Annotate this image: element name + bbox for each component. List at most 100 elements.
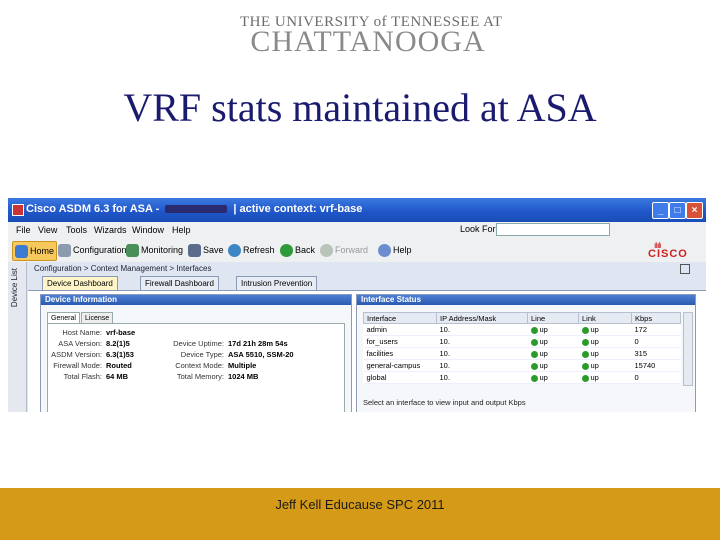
cell-interface: general-campus	[363, 359, 437, 372]
save-button[interactable]: Save	[188, 241, 224, 259]
device-list-label: Device List	[10, 268, 19, 308]
menu-file[interactable]: File	[16, 225, 31, 235]
menu-wizards[interactable]: Wizards	[94, 225, 127, 235]
home-label: Home	[30, 246, 55, 256]
cell-line: up	[527, 347, 579, 360]
refresh-button[interactable]: Refresh	[228, 241, 275, 259]
info-asdm-version: ASDM Version: 6.3(1)53	[51, 350, 134, 359]
look-for-label: Look For:	[460, 224, 499, 234]
col-link[interactable]: Link	[578, 312, 632, 324]
footer-bar: Jeff Kell Educause SPC 2011	[0, 488, 720, 540]
dashboard-tabs: Device Dashboard Firewall Dashboard Intr…	[28, 276, 706, 290]
minimize-button[interactable]: _	[652, 202, 669, 219]
forward-arrow-icon	[320, 243, 333, 257]
cell-line: up	[527, 323, 579, 336]
refresh-icon	[228, 243, 241, 257]
menu-view[interactable]: View	[38, 225, 57, 235]
cell-link: up	[578, 323, 632, 336]
table-row[interactable]: admin 10. up up 172	[363, 323, 681, 336]
tab-device-dashboard[interactable]: Device Dashboard	[42, 276, 118, 290]
cell-line: up	[527, 371, 579, 384]
col-ip-address[interactable]: IP Address/Mask	[436, 312, 528, 324]
cell-link: up	[578, 359, 632, 372]
interface-status-panel: Interface Status Interface IP Address/Ma…	[356, 294, 696, 412]
col-interface[interactable]: Interface	[363, 312, 437, 324]
cell-line: up	[527, 359, 579, 372]
forward-label: Forward	[335, 245, 369, 255]
slide-title: VRF stats maintained at ASA	[123, 85, 597, 130]
footer-text: Jeff Kell Educause SPC 2011	[275, 497, 445, 512]
status-up-icon	[530, 362, 538, 370]
table-row[interactable]: for_users 10. up up 0	[363, 335, 681, 348]
cell-ip: 10.	[436, 347, 528, 360]
window-title-prefix: Cisco ASDM 6.3 for ASA -	[26, 203, 160, 215]
status-up-icon	[530, 326, 538, 334]
table-row[interactable]: general-campus 10. up up 15740	[363, 359, 681, 372]
configuration-button[interactable]: Configuration	[58, 241, 127, 259]
cell-kbps: 172	[631, 323, 681, 336]
status-up-icon	[530, 338, 538, 346]
status-up-icon	[581, 350, 589, 358]
info-context-mode: Context Mode: Multiple	[175, 361, 257, 370]
status-up-icon	[530, 350, 538, 358]
maximize-button[interactable]: □	[669, 202, 686, 219]
home-icon	[15, 244, 28, 258]
menu-help[interactable]: Help	[172, 225, 191, 235]
table-row[interactable]: facilities 10. up up 315	[363, 347, 681, 360]
device-information-panel: Device Information General License Host …	[40, 294, 352, 412]
cell-kbps: 15740	[631, 359, 681, 372]
back-arrow-icon	[280, 243, 293, 257]
cell-ip: 10.	[436, 359, 528, 372]
asdm-window: Cisco ASDM 6.3 for ASA - | active contex…	[8, 198, 706, 412]
device-list-sidebar[interactable]: Device List	[8, 262, 27, 412]
back-button[interactable]: Back	[280, 241, 315, 259]
university-logo: THE UNIVERSITY of TENNESSEE AT CHATTANOO…	[240, 14, 502, 57]
refresh-label: Refresh	[243, 245, 275, 255]
help-label: Help	[393, 245, 412, 255]
info-total-memory: Total Memory: 1024 MB	[176, 372, 259, 381]
window-title-suffix: | active context: vrf-base	[233, 203, 363, 215]
info-asa-version: ASA Version: 8.2(1)5	[58, 339, 130, 348]
col-line[interactable]: Line	[527, 312, 579, 324]
tab-intrusion-prevention[interactable]: Intrusion Prevention	[236, 276, 318, 290]
breadcrumb: Configuration > Context Management > Int…	[28, 262, 690, 276]
status-up-icon	[530, 374, 538, 382]
table-row[interactable]: global 10. up up 0	[363, 371, 681, 384]
cisco-wordmark: CISCO	[648, 248, 688, 260]
look-for-input[interactable]	[496, 223, 610, 236]
cell-line: up	[527, 335, 579, 348]
menu-window[interactable]: Window	[132, 225, 164, 235]
close-button[interactable]: ×	[686, 202, 703, 219]
save-icon	[188, 243, 201, 257]
interface-hint: Select an interface to view input and ou…	[363, 398, 526, 407]
status-up-icon	[581, 326, 589, 334]
restore-icon[interactable]	[680, 264, 690, 274]
interface-status-title: Interface Status	[357, 295, 695, 305]
info-host-name: Host Name: vrf-base	[62, 328, 136, 337]
info-total-flash: Total Flash: 64 MB	[63, 372, 129, 381]
redacted-hostname	[165, 205, 228, 214]
status-up-icon	[581, 338, 589, 346]
table-scrollbar[interactable]	[683, 312, 693, 386]
cisco-logo: ılıılı CISCO	[644, 241, 694, 260]
cell-link: up	[578, 347, 632, 360]
status-up-icon	[581, 374, 589, 382]
info-device-type: Device Type: ASA 5510, SSM-20	[180, 350, 294, 359]
status-up-icon	[581, 362, 589, 370]
menu-bar: File View Tools Wizards Window Help Look…	[8, 222, 706, 238]
configuration-label: Configuration	[73, 245, 127, 255]
help-icon	[378, 243, 391, 257]
tab-firewall-dashboard[interactable]: Firewall Dashboard	[140, 276, 219, 290]
interface-table-header: Interface IP Address/Mask Line Link Kbps	[363, 312, 681, 324]
save-label: Save	[203, 245, 224, 255]
monitoring-button[interactable]: Monitoring	[126, 241, 183, 259]
forward-button[interactable]: Forward	[320, 241, 368, 259]
window-titlebar: Cisco ASDM 6.3 for ASA - | active contex…	[8, 198, 706, 222]
cell-interface: admin	[363, 323, 437, 336]
help-button[interactable]: Help	[378, 241, 412, 259]
gear-icon	[58, 243, 71, 257]
col-kbps[interactable]: Kbps	[631, 312, 681, 324]
cell-kbps: 0	[631, 371, 681, 384]
menu-tools[interactable]: Tools	[66, 225, 87, 235]
home-button[interactable]: Home	[12, 241, 58, 261]
